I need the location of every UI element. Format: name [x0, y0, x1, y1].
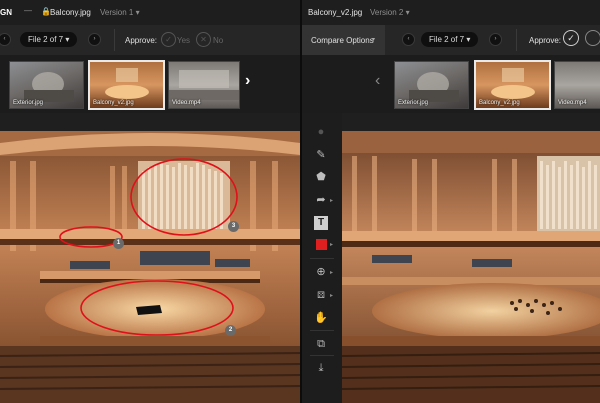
tool-separator [310, 355, 334, 356]
approve-no-x-icon[interactable]: ✕ [196, 32, 211, 47]
text-icon[interactable]: T [314, 216, 328, 230]
annotation-marker-1[interactable]: 1 [113, 238, 124, 249]
approve-check-icon[interactable]: ✓ [563, 30, 579, 46]
right-file-counter-pill[interactable]: File 2 of 7 ▾ [421, 32, 479, 47]
approve-no-label[interactable]: No [213, 36, 223, 45]
layers-icon[interactable]: ⧉ [314, 337, 328, 351]
right-file-name: Balcony_v2.jpg [308, 8, 363, 17]
prev-file-button-right[interactable]: ‹ [402, 33, 415, 46]
tool-separator [310, 258, 334, 259]
thumbnail-label: Video.mp4 [172, 100, 201, 106]
toolbar-separator [516, 29, 517, 51]
thumbnail-label: Balcony_v2.jpg [93, 100, 134, 106]
thumbnail-video[interactable]: Video.mp4 [554, 61, 600, 109]
right-file-counter: File 2 of 7 [429, 35, 465, 44]
thumbnail-balcony-v2[interactable]: Balcony_v2.jpg [474, 60, 551, 110]
chevron-right-icon[interactable]: ▸ [330, 241, 333, 248]
chevron-right-icon[interactable]: ▸ [330, 269, 333, 276]
left-version-label: Version 1 [100, 8, 134, 17]
approve-reject-icon[interactable] [585, 30, 600, 46]
left-file-name: Balcony.jpg [50, 8, 91, 17]
right-version-label: Version 2 [370, 8, 404, 17]
thumbnail-video[interactable]: Video.mp4 [168, 61, 240, 109]
thumbnail-label: Balcony_v2.jpg [479, 100, 520, 106]
download-icon[interactable]: ⤓ [314, 361, 328, 375]
color-swatch[interactable] [316, 239, 327, 250]
zoom-icon[interactable]: ⊕ [314, 265, 328, 279]
arrow-icon[interactable]: ➦ [314, 193, 328, 207]
pen-icon[interactable]: ✎ [314, 148, 328, 162]
annotation-toolbar: ● ✎ ⬟ ➦ ▸ T ▸ ⊕ ▸ ⚄ ▸ ✋ ⧉ ⤓ [302, 113, 342, 403]
right-image-canvas[interactable] [342, 131, 600, 403]
left-file-counter-pill[interactable]: File 2 of 7 ▾ [20, 32, 78, 47]
hand-icon[interactable]: ✋ [314, 311, 328, 325]
thumbnail-label: Exterior.jpg [398, 100, 429, 106]
shape-icon[interactable]: ⬟ [314, 170, 328, 184]
brand-logo: GN [0, 8, 12, 17]
chevron-right-icon[interactable]: ▸ [330, 292, 333, 299]
thumbnail-label: Video.mp4 [558, 100, 587, 106]
left-version-select[interactable]: Version 1 ▾ [100, 8, 140, 17]
minus-icon[interactable]: — [24, 6, 32, 15]
approve-yes-label[interactable]: Yes [177, 36, 190, 45]
grid-icon[interactable]: ⚄ [314, 288, 328, 302]
annotation-marker-3[interactable]: 3 [228, 221, 239, 232]
next-thumbs-chevron-icon[interactable]: › [245, 72, 250, 90]
tool-separator [310, 330, 334, 331]
pointer-icon[interactable]: ● [314, 125, 328, 139]
toolbar-separator [114, 29, 115, 51]
right-approve-label: Approve: [529, 36, 562, 45]
chevron-down-icon: ▾ [372, 37, 376, 43]
concert-hall-image-v2 [342, 131, 600, 403]
chevron-right-icon[interactable]: ▸ [330, 197, 333, 204]
annotation-marker-2[interactable]: 2 [225, 325, 236, 336]
approve-yes-check-icon[interactable]: ✓ [161, 32, 176, 47]
left-approve-label: Approve: [125, 36, 158, 45]
compare-options-button[interactable]: Compare Options ▾ [302, 25, 385, 55]
next-file-button-left[interactable]: › [88, 33, 101, 46]
thumbnail-exterior[interactable]: Exterior.jpg [9, 61, 84, 109]
right-version-select[interactable]: Version 2 ▾ [370, 8, 410, 17]
prev-file-button-left[interactable]: ‹ [0, 33, 11, 46]
left-file-counter: File 2 of 7 [28, 35, 64, 44]
left-image-canvas[interactable]: 1 2 3 [0, 131, 300, 403]
concert-hall-image [0, 131, 300, 403]
thumbnail-exterior[interactable]: Exterior.jpg [394, 61, 469, 109]
prev-thumbs-chevron-icon[interactable]: ‹ [375, 72, 380, 90]
thumbnail-label: Exterior.jpg [13, 100, 44, 106]
thumbnail-balcony-v2[interactable]: Balcony_v2.jpg [88, 60, 165, 110]
compare-options-label: Compare Options [311, 36, 374, 45]
next-file-button-right[interactable]: › [489, 33, 502, 46]
